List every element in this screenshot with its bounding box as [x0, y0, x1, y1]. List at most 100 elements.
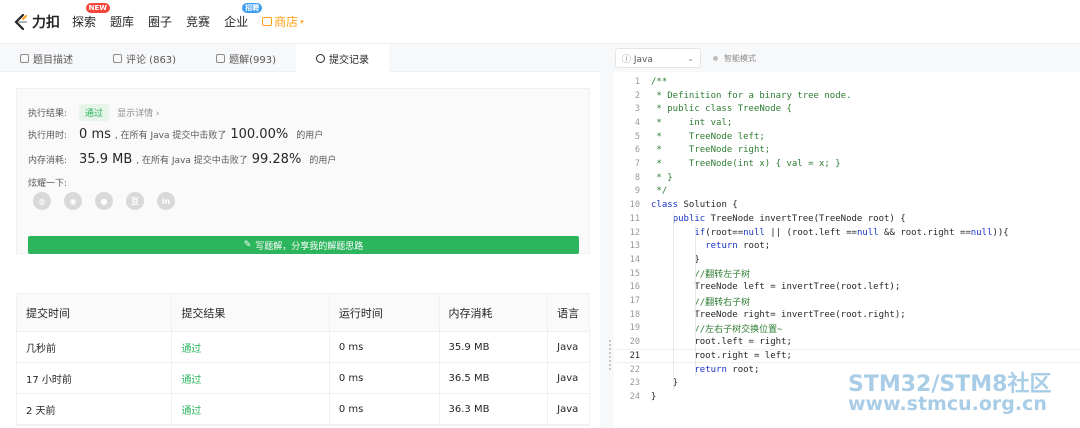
- line-number: 10: [629, 200, 640, 211]
- code-text: //翻转右子树: [651, 297, 751, 308]
- new-badge: NEW: [85, 3, 111, 13]
- memory-cell: 36.3 MB: [440, 394, 549, 424]
- douban-icon[interactable]: 豆: [126, 192, 144, 210]
- problem-tabs: 题目描述 评论 (863) 题解(993) 提交记录: [0, 44, 600, 72]
- nav-item-circle[interactable]: 圈子: [148, 13, 172, 30]
- code-line[interactable]: 20 root.left = right;: [614, 335, 1080, 349]
- code-line[interactable]: 15 //翻转左子树: [614, 267, 1080, 281]
- tab-submissions[interactable]: 提交记录: [295, 44, 389, 72]
- code-text: * Definition for a binary tree node.: [651, 90, 852, 101]
- code-line[interactable]: 5 * TreeNode left;: [614, 130, 1080, 144]
- qq-icon[interactable]: ●: [95, 192, 113, 210]
- status-label: 执行结果:: [28, 109, 68, 119]
- runtime-label: 执行用时:: [28, 131, 68, 141]
- smart-mode-label: 智能模式: [724, 53, 756, 63]
- code-line[interactable]: 10 class Solution {: [614, 198, 1080, 212]
- line-number: 7: [634, 159, 640, 170]
- nav-item-enterprise[interactable]: 企业 招聘: [224, 3, 263, 30]
- store-icon: [262, 17, 273, 26]
- panel-splitter[interactable]: [600, 44, 614, 428]
- smart-mode-toggle[interactable]: 智能模式: [713, 53, 756, 64]
- code-text: * TreeNode(int x) { val = x; }: [651, 159, 841, 170]
- code-line[interactable]: 6 * TreeNode right;: [614, 144, 1080, 158]
- logo[interactable]: 力扣: [12, 12, 60, 32]
- code-line[interactable]: 8 * }: [614, 171, 1080, 185]
- splitter-grip-icon[interactable]: [609, 340, 611, 370]
- code-line[interactable]: 9 */: [614, 185, 1080, 199]
- code-line[interactable]: 18 TreeNode right= invertTree(root.right…: [614, 308, 1080, 322]
- submit-time: 2 天前: [17, 394, 173, 424]
- nav-item-label: 探索: [72, 15, 97, 29]
- code-line[interactable]: 11 public TreeNode invertTree(TreeNode r…: [614, 212, 1080, 226]
- code-line[interactable]: 12 if(root==null || (root.left ==null &&…: [614, 226, 1080, 240]
- indent-guide: [695, 225, 696, 377]
- nav-item-label: 题库: [110, 15, 135, 29]
- code-line[interactable]: 13 return root;: [614, 239, 1080, 253]
- tab-comments[interactable]: 评论 (863): [93, 44, 196, 72]
- code-line[interactable]: 14 }: [614, 253, 1080, 267]
- tab-description[interactable]: 题目描述: [0, 44, 93, 72]
- code-text: public TreeNode invertTree(TreeNode root…: [672, 213, 906, 224]
- code-text: * public class TreeNode {: [651, 104, 792, 115]
- submit-result-link[interactable]: 通过: [172, 363, 330, 393]
- code-line[interactable]: 1 /**: [614, 75, 1080, 89]
- memory-value: 35.9 MB: [79, 152, 133, 167]
- code-line[interactable]: 4 * int val;: [614, 116, 1080, 130]
- weibo-icon[interactable]: ◉: [64, 192, 82, 210]
- table-row: 17 小时前 通过 0 ms 36.5 MB Java: [17, 363, 589, 394]
- submit-result-link[interactable]: 通过: [172, 394, 330, 424]
- tab-label: 题解(993): [229, 54, 276, 66]
- code-text: * TreeNode right;: [651, 145, 771, 156]
- show-details-link[interactable]: 显示详情 ›: [117, 106, 159, 119]
- submissions-table: 提交时间 提交结果 运行时间 内存消耗 语言 几秒前 通过 0 ms 35.9 …: [16, 293, 590, 426]
- indent-guide: [673, 212, 674, 391]
- code-line[interactable]: 17 //翻转右子树: [614, 294, 1080, 308]
- code-text: return root;: [694, 364, 760, 375]
- tab-solutions[interactable]: 题解(993): [196, 44, 296, 72]
- table-row: 几秒前 通过 0 ms 35.9 MB Java: [17, 332, 589, 363]
- code-text: * }: [651, 172, 673, 183]
- line-number: 15: [629, 268, 640, 279]
- nav-item-label: 企业: [224, 15, 249, 29]
- code-line[interactable]: 16 TreeNode left = invertTree(root.left)…: [614, 281, 1080, 295]
- language-select[interactable]: ⓘ Java ⌄: [615, 48, 701, 68]
- column-header: 提交时间: [17, 294, 173, 331]
- memory-cell: 35.9 MB: [440, 332, 549, 362]
- write-solution-button[interactable]: ✎ 写题解，分享我的解题思路: [28, 236, 579, 254]
- linkedin-icon[interactable]: in: [157, 192, 175, 210]
- nav-item-explore[interactable]: 探索 NEW: [72, 3, 111, 30]
- memory-label: 内存消耗:: [28, 156, 68, 166]
- column-header: 语言: [557, 306, 580, 320]
- wechat-icon[interactable]: ◍: [33, 192, 51, 210]
- line-number: 2: [634, 90, 640, 101]
- code-line[interactable]: 21 root.right = left;: [614, 349, 1080, 363]
- line-number: 8: [634, 172, 640, 183]
- store-label: 商店: [274, 15, 299, 29]
- top-nav: 力扣 探索 NEW 题库 圈子 竞赛 企业 招聘 商店 ▾: [0, 0, 1080, 44]
- editor-toolbar: ⓘ Java ⌄ 智能模式: [614, 44, 1080, 72]
- code-text: * int val;: [651, 117, 733, 128]
- nav-item-contest[interactable]: 竞赛: [186, 13, 210, 30]
- submission-panel: 执行结果: 通过 显示详情 › 执行用时: 0 ms , 在所有 Java 提交…: [0, 72, 600, 428]
- memory-cell: 36.5 MB: [440, 363, 549, 393]
- column-header: 内存消耗: [440, 294, 549, 331]
- tab-label: 题目描述: [33, 54, 73, 66]
- code-line[interactable]: 3 * public class TreeNode {: [614, 102, 1080, 116]
- nav-item-store[interactable]: 商店 ▾: [262, 13, 304, 30]
- flask-icon: [216, 53, 226, 63]
- code-line[interactable]: 2 * Definition for a binary tree node.: [614, 89, 1080, 103]
- code-line[interactable]: 19 //左右子树交换位置~: [614, 322, 1080, 336]
- language-cell: Java: [557, 403, 579, 415]
- submit-result-link[interactable]: 通过: [172, 332, 330, 362]
- nav-item-problems[interactable]: 题库: [110, 13, 134, 30]
- code-text: }: [651, 254, 700, 265]
- result-card: 执行结果: 通过 显示详情 › 执行用时: 0 ms , 在所有 Java 提交…: [16, 88, 590, 254]
- description-icon: [20, 53, 29, 63]
- submit-time: 几秒前: [17, 332, 173, 362]
- clock-icon: [315, 53, 325, 63]
- memory-row: 内存消耗: 35.9 MB , 在所有 Java 提交中击败了 99.28% 的…: [28, 152, 336, 167]
- code-line[interactable]: 7 * TreeNode(int x) { val = x; }: [614, 157, 1080, 171]
- line-number: 21: [629, 350, 640, 361]
- submit-time: 17 小时前: [17, 363, 173, 393]
- leetcode-logo-icon: [12, 13, 30, 31]
